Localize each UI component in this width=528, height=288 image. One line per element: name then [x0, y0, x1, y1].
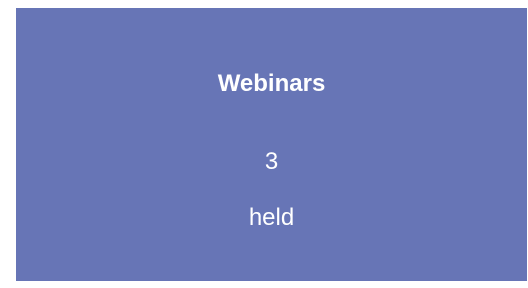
stat-card-title: Webinars	[217, 70, 326, 97]
stat-card: Webinars 3 held	[16, 8, 527, 281]
stat-card-value: 3	[264, 148, 279, 175]
stat-card-unit: held	[248, 204, 295, 231]
